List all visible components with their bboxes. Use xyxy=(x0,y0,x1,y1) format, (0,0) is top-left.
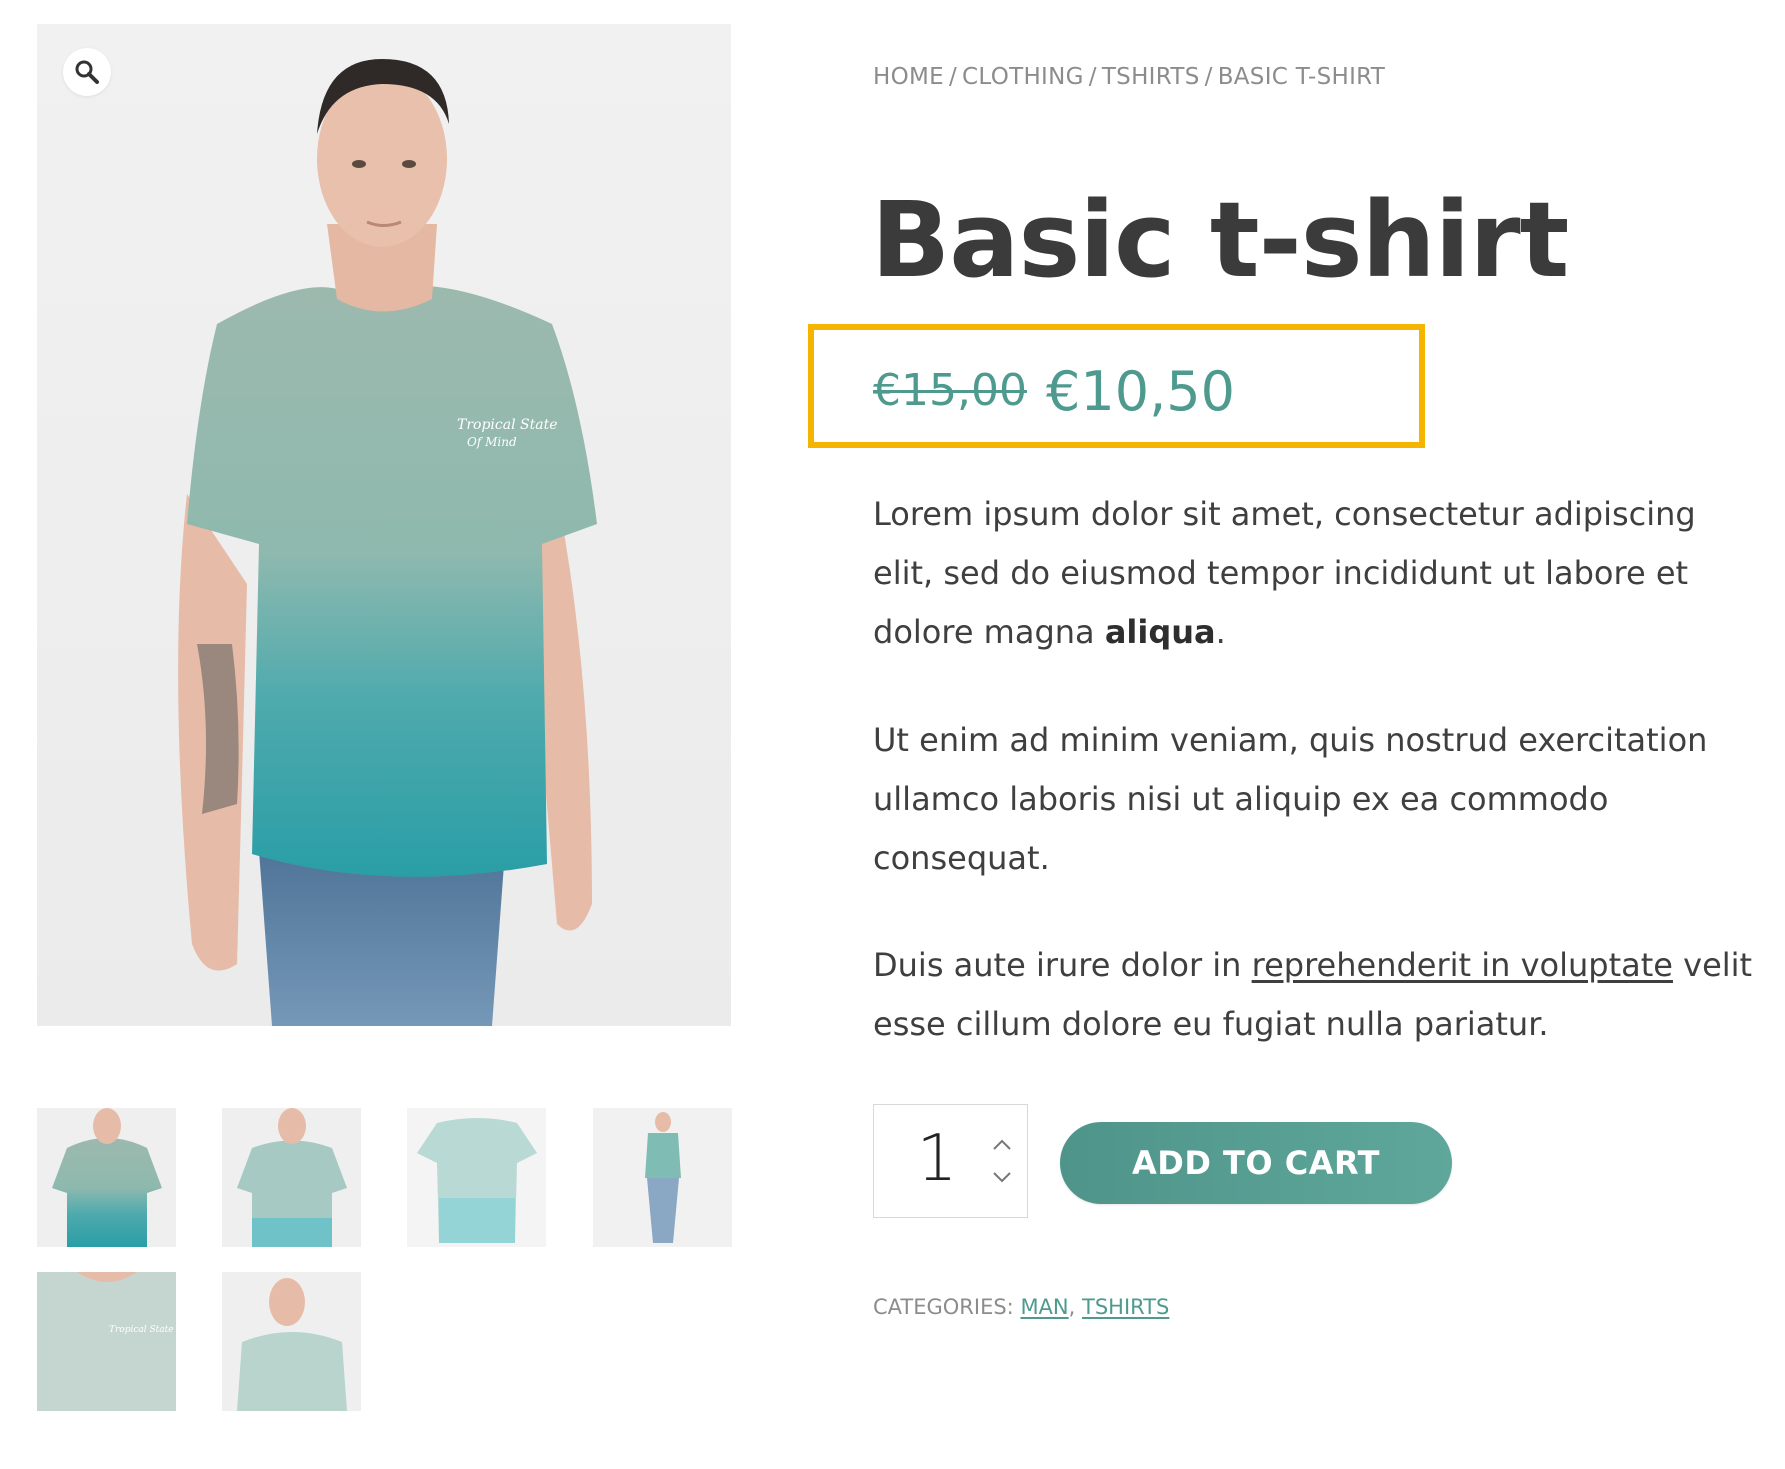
breadcrumb: HOME / CLOTHING / TSHIRTS / BASIC T-SHIRT xyxy=(873,64,1385,90)
product-title: Basic t-shirt xyxy=(871,179,1569,301)
categories-separator: , xyxy=(1068,1295,1082,1319)
zoom-button[interactable] xyxy=(63,48,111,96)
categories-label: CATEGORIES: xyxy=(873,1295,1021,1319)
model-photo: Tropical State Of Mind xyxy=(178,59,597,1026)
breadcrumb-clothing[interactable]: CLOTHING xyxy=(962,64,1084,90)
category-link-tshirts[interactable]: TSHIRTS xyxy=(1082,1295,1169,1319)
breadcrumb-tshirts[interactable]: TSHIRTS xyxy=(1102,64,1200,90)
breadcrumb-separator: / xyxy=(1088,64,1097,90)
price-sale: €10,50 xyxy=(1046,360,1235,423)
product-categories: CATEGORIES: MAN, TSHIRTS xyxy=(873,1295,1169,1319)
breadcrumb-separator: / xyxy=(1204,64,1213,90)
breadcrumb-current: BASIC T-SHIRT xyxy=(1217,64,1386,90)
chevron-up-icon xyxy=(993,1139,1011,1150)
thumbnail-side-closeup[interactable] xyxy=(222,1272,361,1411)
description-paragraph-1: Lorem ipsum dolor sit amet, consectetur … xyxy=(873,485,1753,662)
product-main-image[interactable]: Tropical State Of Mind xyxy=(37,24,731,1026)
svg-text:Tropical State: Tropical State xyxy=(457,417,558,433)
category-link-man[interactable]: MAN xyxy=(1020,1295,1068,1319)
thumbnail-front-model[interactable] xyxy=(37,1108,176,1247)
quantity-stepper[interactable]: 1 xyxy=(873,1104,1028,1218)
thumbnail-chest-closeup[interactable]: Tropical State xyxy=(37,1272,176,1411)
description-text: Duis aute irure dolor in xyxy=(873,946,1252,984)
svg-text:Of Mind: Of Mind xyxy=(467,435,517,449)
description-text: . xyxy=(1215,613,1226,651)
thumbnail-full-body[interactable] xyxy=(593,1108,732,1247)
description-bold: aliqua xyxy=(1104,613,1216,651)
quantity-increase[interactable] xyxy=(990,1135,1014,1155)
breadcrumb-home[interactable]: HOME xyxy=(873,64,944,90)
chevron-down-icon xyxy=(993,1172,1011,1183)
breadcrumb-separator: / xyxy=(948,64,958,90)
quantity-decrease[interactable] xyxy=(990,1167,1014,1187)
description-text: Lorem ipsum dolor sit amet, consectetur … xyxy=(873,495,1696,651)
description-paragraph-3: Duis aute irure dolor in reprehenderit i… xyxy=(873,936,1753,1054)
description-paragraph-2: Ut enim ad minim veniam, quis nostrud ex… xyxy=(873,721,1708,877)
thumbnail-flat-shirt[interactable] xyxy=(407,1108,546,1247)
thumbnail-back-model[interactable] xyxy=(222,1108,361,1247)
description-link[interactable]: reprehenderit in voluptate xyxy=(1252,946,1673,984)
add-to-cart-button[interactable]: ADD TO CART xyxy=(1060,1122,1452,1204)
quantity-input[interactable]: 1 xyxy=(902,1119,972,1199)
price-original: €15,00 xyxy=(873,365,1027,416)
magnifier-icon xyxy=(75,60,99,84)
svg-text:Tropical State: Tropical State xyxy=(109,1325,174,1335)
